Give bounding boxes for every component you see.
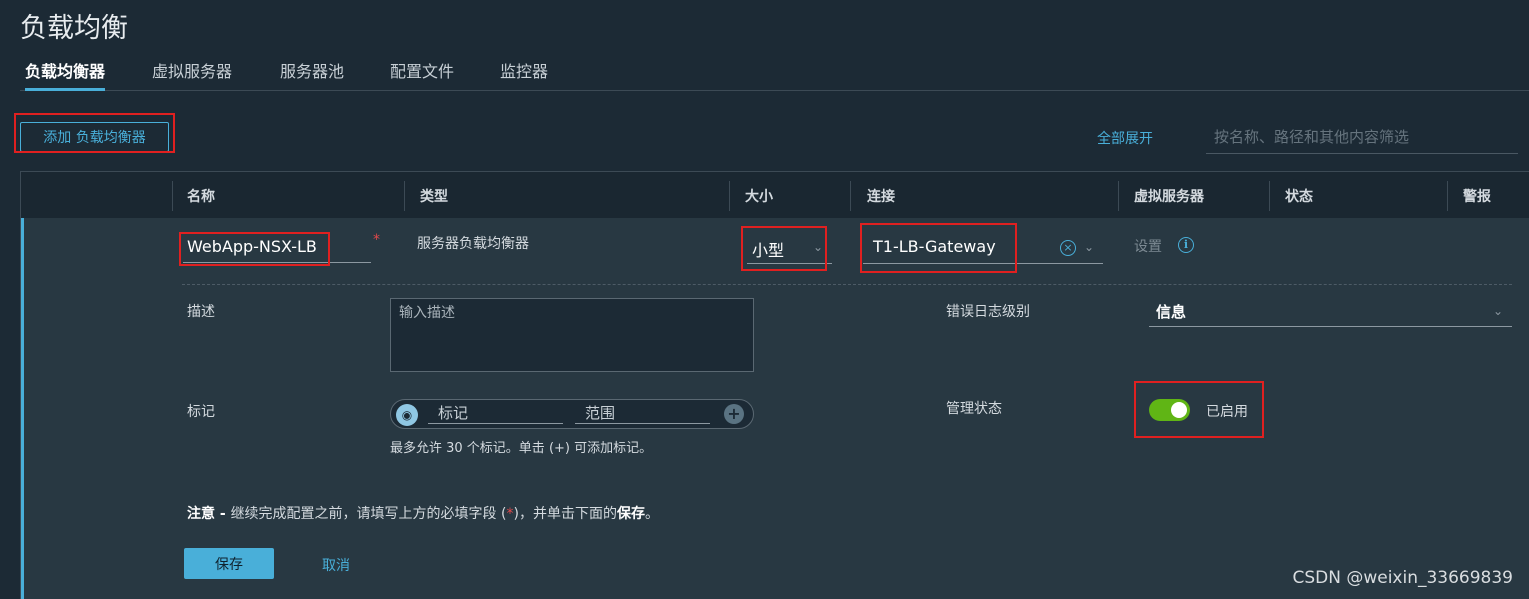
tab-load-balancers[interactable]: 负载均衡器: [25, 58, 106, 91]
type-value: 服务器负载均衡器: [417, 236, 529, 252]
tab-server-pools[interactable]: 服务器池: [280, 58, 344, 88]
column-header-type[interactable]: 类型: [420, 186, 448, 206]
connection-select[interactable]: T1-LB-Gateway: [873, 237, 996, 256]
expand-all-link[interactable]: 全部展开: [1097, 128, 1153, 148]
column-separator: [1447, 181, 1448, 211]
error-log-underline: [1149, 326, 1512, 327]
tab-bar: 负载均衡器 虚拟服务器 服务器池 配置文件 监控器: [20, 56, 1529, 91]
save-button[interactable]: 保存: [184, 548, 274, 579]
column-header-alarms[interactable]: 警报: [1463, 186, 1491, 206]
note-save-word: 保存: [616, 506, 645, 522]
admin-state-value: 已启用: [1206, 404, 1248, 420]
description-textarea[interactable]: [390, 298, 754, 372]
tab-profiles[interactable]: 配置文件: [390, 58, 454, 88]
column-separator: [172, 181, 173, 211]
column-separator: [729, 181, 730, 211]
column-header-size[interactable]: 大小: [745, 186, 773, 206]
size-select[interactable]: 小型: [752, 237, 784, 261]
tags-label: 标记: [187, 404, 215, 420]
required-marker: *: [373, 232, 380, 248]
chevron-down-icon[interactable]: ⌄: [1493, 304, 1503, 318]
filter-input[interactable]: [1206, 120, 1518, 154]
info-icon[interactable]: i: [1178, 237, 1194, 253]
add-tag-plus-icon[interactable]: +: [724, 404, 744, 424]
tag-icon: ◉: [396, 404, 418, 426]
expanded-row: * 服务器负载均衡器 小型 ⌄ T1-LB-Gateway × ⌄ 设置 i 描…: [21, 218, 1529, 599]
page-title: 负载均衡: [20, 13, 128, 44]
toggle-knob: [1171, 402, 1187, 418]
chevron-down-icon[interactable]: ⌄: [1084, 240, 1094, 254]
note-prefix: 注意 -: [187, 506, 231, 522]
tags-hint: 最多允许 30 个标记。单击 (+) 可添加标记。: [390, 441, 653, 456]
column-header-virtual-servers[interactable]: 虚拟服务器: [1134, 186, 1204, 206]
admin-state-toggle[interactable]: [1149, 399, 1190, 421]
tab-monitors[interactable]: 监控器: [500, 58, 548, 88]
admin-state-label: 管理状态: [946, 401, 1002, 417]
note-text-after: )，并单击下面的: [513, 506, 617, 522]
column-header-connection[interactable]: 连接: [867, 186, 895, 206]
tag-input[interactable]: [428, 402, 563, 424]
error-log-level-select[interactable]: 信息: [1156, 301, 1186, 322]
cancel-button[interactable]: 取消: [322, 555, 350, 575]
size-underline: [747, 263, 832, 264]
column-separator: [1269, 181, 1270, 211]
column-separator: [404, 181, 405, 211]
column-separator: [1118, 181, 1119, 211]
tag-editor: ◉ +: [390, 399, 754, 429]
column-separator: [850, 181, 851, 211]
load-balancer-grid: 名称 类型 大小 连接 虚拟服务器 状态 警报 * 服务器负载均衡器 小型 ⌄ …: [20, 171, 1529, 599]
name-input[interactable]: [183, 231, 371, 263]
connection-underline: [863, 263, 1103, 264]
watermark: CSDN @weixin_33669839: [1292, 568, 1513, 588]
scope-input[interactable]: [575, 402, 710, 424]
column-header-name[interactable]: 名称: [187, 186, 215, 206]
description-label: 描述: [187, 304, 215, 320]
tab-virtual-servers[interactable]: 虚拟服务器: [152, 58, 232, 88]
add-load-balancer-button[interactable]: 添加 负载均衡器: [20, 122, 169, 152]
clear-icon[interactable]: ×: [1060, 240, 1076, 256]
note-text: 继续完成配置之前，请填写上方的必填字段 (: [230, 506, 507, 522]
required-fields-note: 注意 - 继续完成配置之前，请填写上方的必填字段 (*)，并单击下面的保存。: [187, 503, 659, 523]
note-end: 。: [644, 506, 659, 522]
column-header-status[interactable]: 状态: [1285, 186, 1313, 206]
row-divider: [182, 284, 1512, 285]
grid-header: 名称 类型 大小 连接 虚拟服务器 状态 警报: [21, 172, 1529, 219]
chevron-down-icon[interactable]: ⌄: [813, 240, 823, 254]
virtual-servers-set-link[interactable]: 设置: [1134, 236, 1162, 256]
error-log-level-label: 错误日志级别: [946, 304, 1030, 320]
